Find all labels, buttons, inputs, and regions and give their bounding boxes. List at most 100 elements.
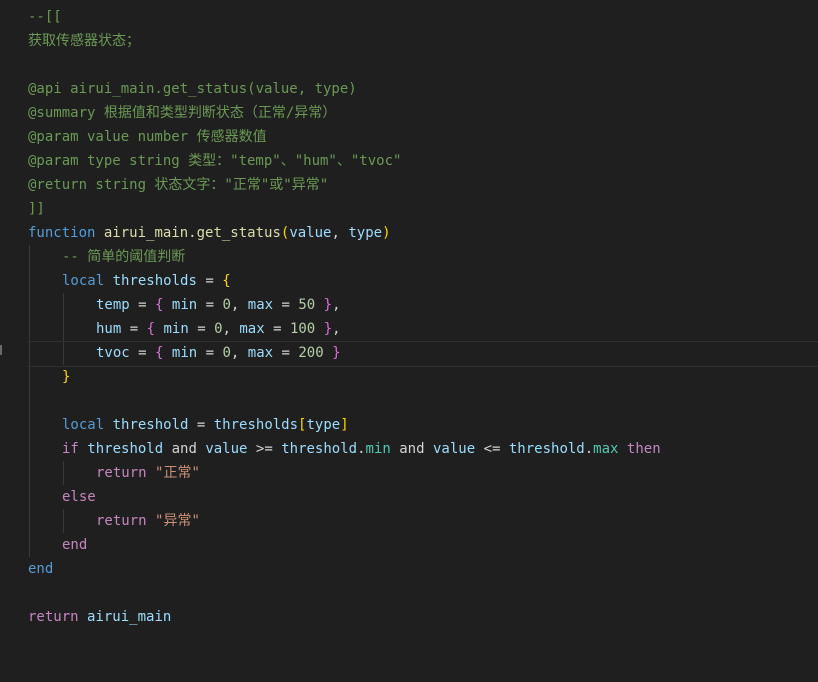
field: max <box>593 441 619 457</box>
keyword: end <box>62 537 88 553</box>
keyword: local <box>62 417 105 433</box>
number: 0 <box>222 345 231 361</box>
table-key: min <box>171 345 198 361</box>
gutter-marker <box>0 345 2 355</box>
keyword: end <box>28 561 54 577</box>
operator: = <box>273 345 299 361</box>
operator: = <box>273 297 299 313</box>
indent-guide <box>63 461 64 485</box>
indent-guide <box>29 245 30 557</box>
variable: thresholds <box>112 273 197 289</box>
code-editor[interactable]: --[[ 获取传感器状态； @api airui_main.get_status… <box>0 0 818 682</box>
variable: type <box>306 417 341 433</box>
brace: { <box>146 321 156 337</box>
code-line: else <box>62 485 96 509</box>
brace: } <box>323 321 333 337</box>
brace: { <box>222 273 231 289</box>
comment-text: @param value number 传感器数值 <box>28 129 267 145</box>
comment-text: --[[ <box>28 9 62 25</box>
variable: threshold <box>508 441 585 457</box>
punct: , <box>222 321 240 337</box>
comment-text: 获取传感器状态； <box>28 33 140 49</box>
table-key: max <box>247 297 274 313</box>
code-line: return "正常" <box>96 461 200 485</box>
table-key: max <box>239 321 265 337</box>
keyword: else <box>62 489 96 505</box>
variable: threshold <box>281 441 358 457</box>
keyword: and <box>399 441 425 457</box>
punct: , <box>230 297 248 313</box>
variable: threshold <box>87 441 164 457</box>
operator: >= <box>255 441 273 457</box>
code-line: ]] <box>28 197 45 221</box>
code-line: temp = { min = 0, max = 50 }, <box>96 293 341 317</box>
keyword: if <box>62 441 79 457</box>
code-line: return airui_main <box>28 605 171 629</box>
code-line: hum = { min = 0, max = 100 }, <box>96 317 341 341</box>
comment-text: @summary 根据值和类型判断状态（正常/异常） <box>28 105 337 121</box>
code-line: } <box>62 365 70 389</box>
keyword: and <box>171 441 197 457</box>
operator: = <box>197 345 223 361</box>
number: 100 <box>289 321 316 337</box>
comment-text: -- 简单的阈值判断 <box>62 249 186 265</box>
number: 0 <box>214 321 223 337</box>
function-name: airui_main.get_status <box>103 225 281 241</box>
code-line: local threshold = thresholds[type] <box>62 413 349 437</box>
variable: thresholds <box>213 417 299 433</box>
keyword: return <box>96 513 147 529</box>
code-line: -- 简单的阈值判断 <box>62 245 185 269</box>
code-line: tvoc = { min = 0, max = 200 } <box>96 341 341 365</box>
brace: { <box>155 345 164 361</box>
table-key: min <box>163 321 189 337</box>
variable: value <box>205 441 248 457</box>
punct: , <box>332 321 341 337</box>
indent-guide <box>63 509 64 533</box>
table-key: temp <box>96 297 130 313</box>
operator: = <box>264 321 290 337</box>
punct: , <box>332 297 341 313</box>
number: 50 <box>298 297 316 313</box>
brace: } <box>323 297 333 313</box>
punct: , <box>230 345 248 361</box>
punct: . <box>584 441 594 457</box>
operator: <= <box>483 441 501 457</box>
brace: } <box>332 345 341 361</box>
punct: . <box>357 441 366 457</box>
variable: threshold <box>112 417 189 433</box>
param: value <box>289 225 332 241</box>
code-line: @param type string 类型："temp"、"hum"、"tvoc… <box>28 149 401 173</box>
brace: } <box>62 369 71 385</box>
code-line: @param value number 传感器数值 <box>28 125 267 149</box>
code-line: function airui_main.get_status(value, ty… <box>28 221 391 245</box>
keyword: then <box>626 441 661 457</box>
code-line: if threshold and value >= threshold.min … <box>62 437 661 461</box>
field: min <box>365 441 391 457</box>
number: 0 <box>222 297 231 313</box>
code-line: @return string 状态文字："正常"或"异常" <box>28 173 328 197</box>
operator: = <box>129 345 156 361</box>
code-line: local thresholds = { <box>62 269 231 293</box>
code-line: --[[ <box>28 5 62 29</box>
operator: = <box>121 321 147 337</box>
operator: = <box>188 321 215 337</box>
brace: { <box>155 297 164 313</box>
table-key: tvoc <box>96 345 130 361</box>
keyword: function <box>28 225 96 241</box>
punct: , <box>331 225 349 241</box>
code-line: @summary 根据值和类型判断状态（正常/异常） <box>28 101 336 125</box>
operator: = <box>129 297 156 313</box>
string: "正常" <box>155 465 200 481</box>
keyword: return <box>28 609 79 625</box>
operator: = <box>196 273 223 289</box>
comment-text: @return string 状态文字："正常"或"异常" <box>28 177 329 193</box>
code-line: return "异常" <box>96 509 200 533</box>
keyword: return <box>96 465 147 481</box>
keyword: local <box>62 273 105 289</box>
operator: = <box>197 297 223 313</box>
param: type <box>348 225 383 241</box>
table-key: min <box>171 297 198 313</box>
number: 200 <box>298 345 324 361</box>
string: "异常" <box>155 513 200 529</box>
code-line: end <box>62 533 87 557</box>
